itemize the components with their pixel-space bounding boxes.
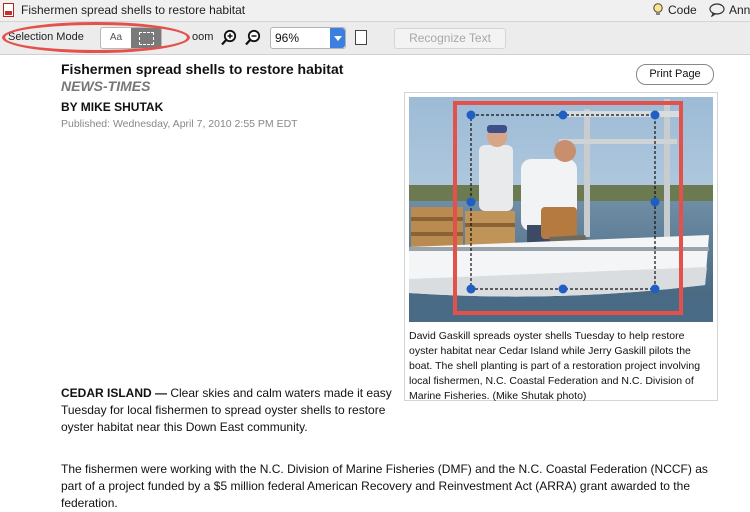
published-date: Published: Wednesday, April 7, 2010 2:55… xyxy=(61,118,298,130)
annotations-button-label: Ann xyxy=(729,3,750,17)
article-photo xyxy=(409,97,713,322)
print-page-label: Print Page xyxy=(649,68,701,80)
article-title: Fishermen spread shells to restore habit… xyxy=(61,61,344,77)
article-byline: BY MIKE SHUTAK xyxy=(61,100,164,114)
annotations-button[interactable]: Ann xyxy=(709,2,750,18)
zoom-label: oom xyxy=(192,31,214,43)
article-source: NEWS-TIMES xyxy=(61,78,151,94)
zoom-select[interactable]: 96% xyxy=(270,27,346,49)
lead-paragraph: CEDAR ISLAND — Clear skies and calm wate… xyxy=(61,385,406,436)
zoom-value: 96% xyxy=(275,31,300,45)
print-page-button[interactable]: Print Page xyxy=(636,64,714,85)
photo-scene xyxy=(409,97,713,322)
lead-dateline: CEDAR ISLAND — xyxy=(61,386,168,400)
selection-mode-highlight-annotation xyxy=(2,22,190,53)
window-title: Fishermen spread shells to restore habit… xyxy=(21,3,246,17)
article-figure: David Gaskill spreads oyster shells Tues… xyxy=(404,92,718,402)
code-button-label: Code xyxy=(668,3,697,17)
recognize-text-label: Recognize Text xyxy=(409,31,491,45)
recognize-text-button[interactable]: Recognize Text xyxy=(394,28,506,49)
code-button[interactable]: Code xyxy=(652,2,697,18)
zoom-out-icon[interactable] xyxy=(244,29,262,47)
comment-icon xyxy=(709,3,725,17)
chevron-down-icon[interactable] xyxy=(330,28,345,48)
window-titlebar: Fishermen spread shells to restore habit… xyxy=(0,0,750,22)
lightbulb-icon xyxy=(653,3,663,15)
body-paragraph: The fishermen were working with the N.C.… xyxy=(61,462,708,510)
pdf-document-icon xyxy=(3,3,14,17)
photo-caption: David Gaskill spreads oyster shells Tues… xyxy=(409,330,701,402)
zoom-in-icon[interactable] xyxy=(220,29,238,47)
fit-page-icon[interactable] xyxy=(355,30,367,45)
